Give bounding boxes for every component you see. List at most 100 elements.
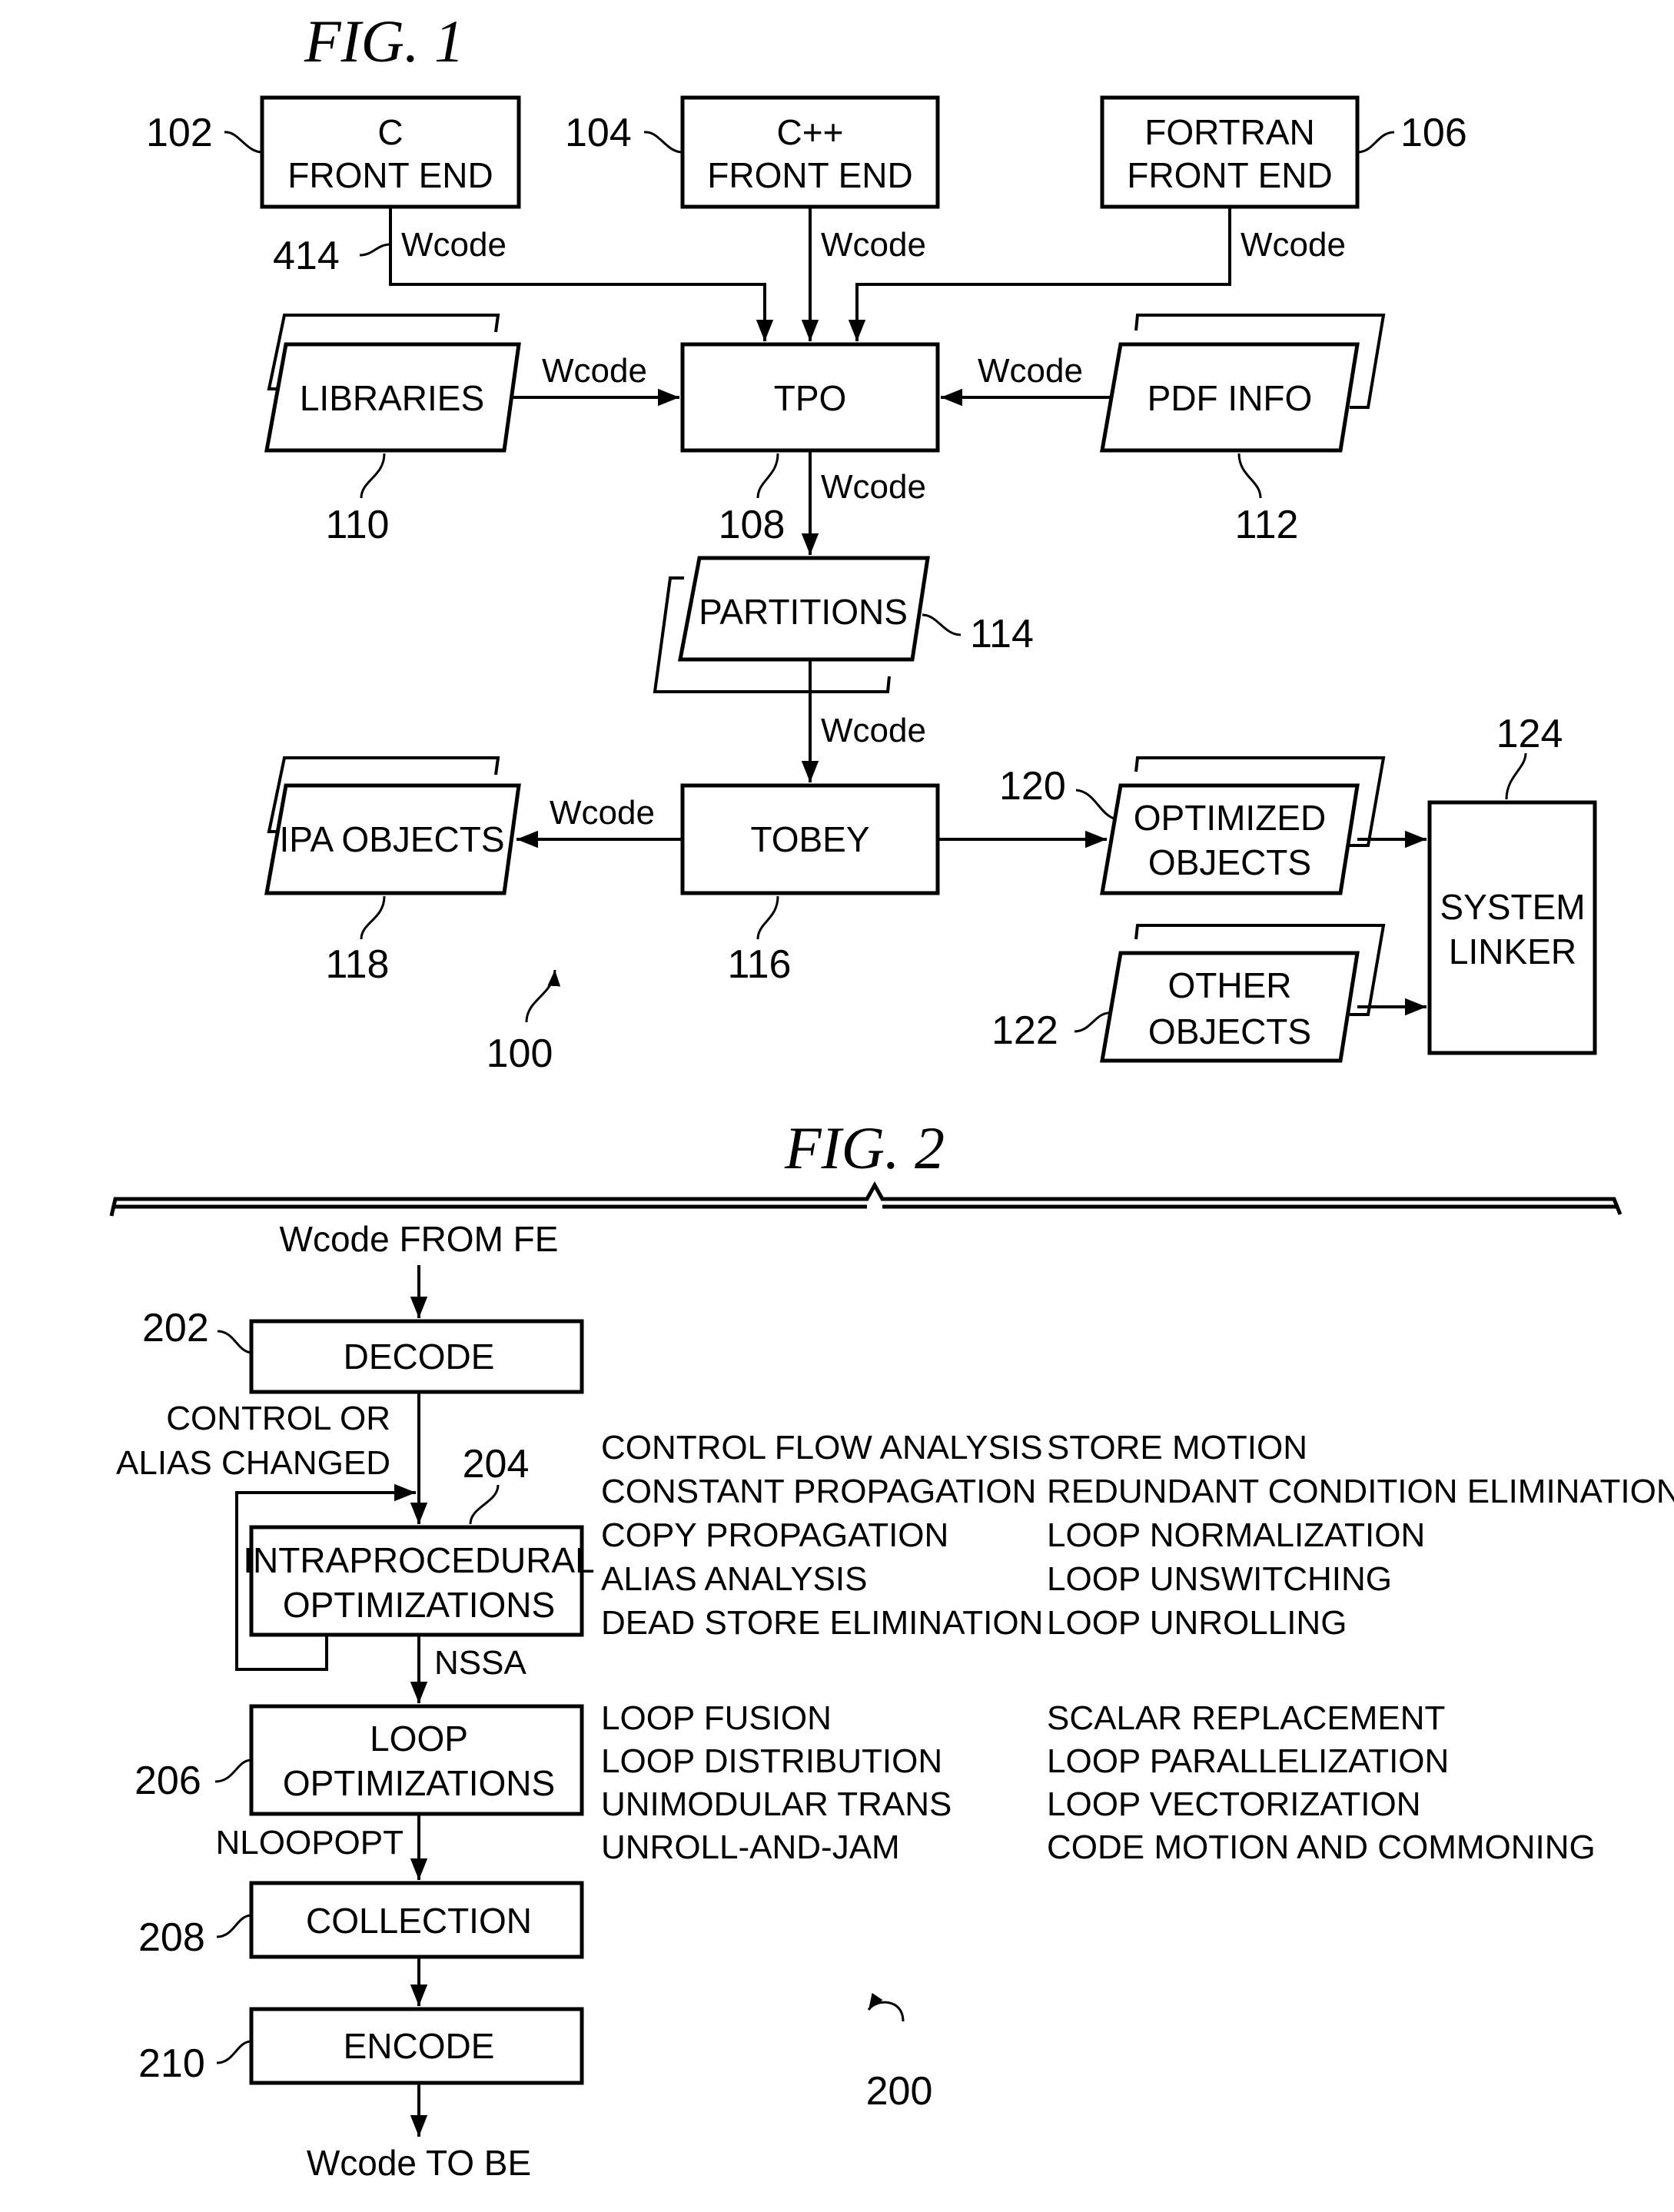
loop-list-col2: SCALAR REPLACEMENT LOOP PARALLELIZATION …	[1047, 1699, 1596, 1866]
intra-col2-item: LOOP UNROLLING	[1047, 1604, 1347, 1642]
edge-fortran-to-tpo: Wcode	[848, 207, 1346, 341]
intra-col2-item: STORE MOTION	[1047, 1429, 1307, 1466]
c-front-end-line1: C	[377, 112, 403, 152]
ref-124: 124	[1496, 712, 1563, 756]
intra-col2-item: LOOP UNSWITCHING	[1047, 1560, 1392, 1598]
intra-col1-item: CONSTANT PROPAGATION	[601, 1473, 1036, 1510]
loop-col2-item: LOOP PARALLELIZATION	[1047, 1742, 1449, 1780]
edge-label-pdf-wcode: Wcode	[978, 352, 1083, 390]
loop-optimizations-line2: OPTIMIZATIONS	[283, 1763, 555, 1803]
optimized-objects-line2: OBJECTS	[1148, 842, 1311, 882]
cpp-front-end-line1: C++	[777, 112, 844, 152]
fig1-title: FIG. 1	[304, 8, 464, 75]
patent-drawing-sheet: FIG. 1 C FRONT END 102 C++ FRONT END 104…	[109, 8, 1674, 2183]
leader-120	[1075, 789, 1117, 821]
encode-node: ENCODE 210	[138, 2007, 584, 2086]
ref-414: 414	[273, 234, 340, 278]
loop-optimizations-node: LOOP OPTIMIZATIONS 206	[135, 1704, 584, 1816]
pdf-info-label: PDF INFO	[1148, 378, 1313, 418]
edge-pdf-to-tpo: Wcode	[941, 352, 1111, 407]
intra-col1-item: CONTROL FLOW ANALYSIS	[601, 1429, 1043, 1466]
system-linker-line1: SYSTEM	[1440, 887, 1585, 927]
nssa-label: NSSA	[434, 1644, 526, 1682]
system-linker-line2: LINKER	[1449, 932, 1576, 971]
ref-204: 204	[463, 1442, 530, 1486]
fortran-front-end-line1: FORTRAN	[1144, 112, 1315, 152]
decode-node: DECODE 202	[142, 1306, 584, 1394]
tpo-label: TPO	[774, 378, 847, 418]
optimized-objects-line1: OPTIMIZED	[1134, 798, 1326, 838]
ref-210: 210	[138, 2041, 205, 2086]
cpp-front-end-node: C++ FRONT END 104	[565, 95, 940, 209]
ref-104: 104	[565, 111, 632, 155]
leader-110	[360, 453, 386, 499]
loop-optimizations-line1: LOOP	[370, 1719, 468, 1759]
decode-label: DECODE	[344, 1337, 495, 1377]
ref-202: 202	[142, 1306, 209, 1350]
fortran-front-end-line2: FRONT END	[1127, 155, 1333, 195]
loop-list-col1: LOOP FUSION LOOP DISTRIBUTION UNIMODULAR…	[601, 1699, 952, 1866]
ref-106: 106	[1400, 111, 1467, 155]
loop-col2-item: CODE MOTION AND COMMONING	[1047, 1828, 1596, 1866]
ref-108: 108	[719, 503, 786, 547]
loop-col1-item: UNIMODULAR TRANS	[601, 1785, 952, 1823]
ref-100: 100	[487, 1031, 553, 1076]
ipa-objects-node: IPA OBJECTS 118	[264, 756, 521, 987]
ref-122: 122	[991, 1008, 1058, 1053]
system-linker-node: SYSTEM LINKER 124	[1427, 712, 1597, 1055]
collection-label: COLLECTION	[306, 1901, 532, 1941]
leader-108	[756, 453, 779, 499]
edge-label-partitions-wcode: Wcode	[821, 712, 926, 749]
figure-separator	[109, 1181, 1623, 1217]
intraprocedural-list-col2: STORE MOTION REDUNDANT CONDITION ELIMINA…	[1047, 1429, 1674, 1642]
encode-label: ENCODE	[344, 2026, 495, 2066]
edge-label-cpp-wcode: Wcode	[821, 226, 926, 264]
ref-120: 120	[999, 764, 1066, 809]
input-label: Wcode FROM FE	[280, 1219, 559, 1259]
leader-124	[1505, 752, 1527, 800]
edge-tpo-to-partitions: Wcode	[801, 450, 926, 555]
intraprocedural-line2: OPTIMIZATIONS	[283, 1585, 555, 1625]
edge-libraries-to-tpo: Wcode	[512, 352, 679, 407]
intra-col2-item: REDUNDANT CONDITION ELIMINATION	[1047, 1473, 1674, 1510]
other-objects-line1: OTHER	[1168, 965, 1292, 1005]
partitions-label: PARTITIONS	[699, 592, 908, 632]
c-front-end-line2: FRONT END	[287, 155, 493, 195]
leader-204	[469, 1484, 500, 1525]
tobey-node: TOBEY 116	[680, 783, 940, 987]
intraprocedural-list-col1: CONTROL FLOW ANALYSIS CONSTANT PROPAGATI…	[601, 1429, 1043, 1642]
leader-210	[216, 2040, 252, 2064]
output-label: Wcode TO BE	[307, 2143, 531, 2183]
edge-partitions-to-tobey: Wcode	[801, 659, 926, 782]
intra-col1-item: COPY PROPAGATION	[601, 1516, 948, 1554]
leader-102	[224, 131, 263, 154]
intraprocedural-line1: INTRAPROCEDURAL	[243, 1540, 595, 1580]
loop-col2-item: SCALAR REPLACEMENT	[1047, 1699, 1445, 1737]
leader-414	[359, 243, 391, 257]
fig2-title: FIG. 2	[784, 1114, 945, 1181]
fig1-ref-arrow: 100	[487, 969, 561, 1076]
feedback-label-line2: ALIAS CHANGED	[116, 1444, 390, 1482]
intra-col2-item: LOOP NORMALIZATION	[1047, 1516, 1425, 1554]
leader-202	[217, 1330, 252, 1354]
feedback-label-line1: CONTROL OR	[166, 1400, 390, 1437]
leader-112	[1237, 453, 1262, 499]
edge-label-tpo-wcode: Wcode	[821, 468, 926, 506]
fortran-front-end-node: FORTRAN FRONT END 106	[1100, 95, 1467, 209]
nloopopt-label: NLOOPOPT	[216, 1824, 404, 1862]
leader-116	[756, 895, 779, 940]
ref-200: 200	[866, 2069, 933, 2114]
edge-c-to-tpo: Wcode 414	[273, 207, 774, 341]
pdf-info-node: PDF INFO 112	[1100, 314, 1386, 547]
loop-col1-item: LOOP DISTRIBUTION	[601, 1742, 942, 1780]
intra-col1-item: DEAD STORE ELIMINATION	[601, 1604, 1043, 1642]
leader-206	[214, 1759, 252, 1783]
cpp-front-end-line2: FRONT END	[707, 155, 913, 195]
figure-1: FIG. 1 C FRONT END 102 C++ FRONT END 104…	[146, 8, 1597, 1076]
partitions-node: PARTITIONS 114	[653, 556, 1034, 693]
ref-112: 112	[1235, 503, 1299, 547]
leader-114	[922, 613, 962, 636]
loop-col1-item: LOOP FUSION	[601, 1699, 832, 1737]
figure-2: FIG. 2 Wcode FROM FE DECODE 202 CONTROL …	[109, 1114, 1674, 2183]
ref-116: 116	[728, 942, 792, 987]
